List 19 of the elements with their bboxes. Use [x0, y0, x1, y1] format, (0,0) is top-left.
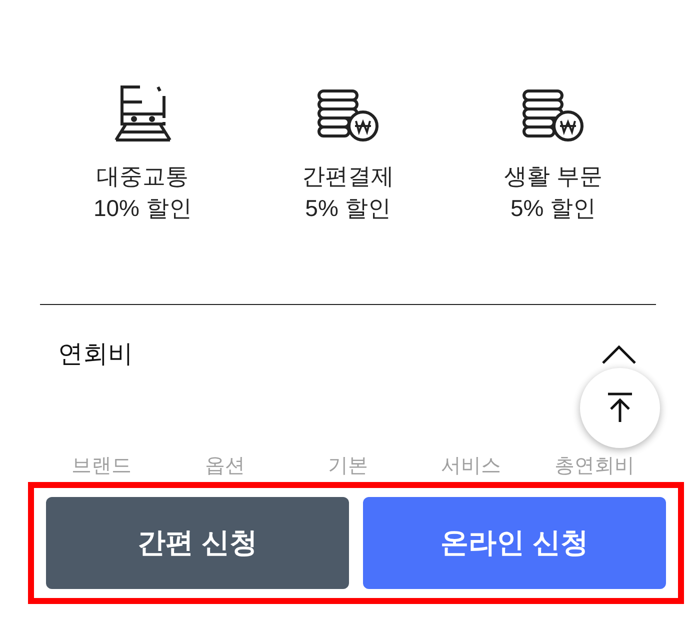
coins-icon [520, 88, 586, 144]
column-header: 브랜드 [70, 454, 133, 479]
benefit-title: 간편결제 [302, 162, 394, 191]
column-header: 옵션 [204, 454, 246, 479]
column-header: 총연회비 [553, 454, 636, 479]
benefit-discount: 5% 할인 [305, 194, 391, 223]
benefit-title: 생활 부문 [504, 162, 603, 191]
apply-button[interactable]: 온라인 신청 [363, 497, 666, 589]
benefit-discount: 5% 할인 [510, 194, 596, 223]
chevron-icon[interactable] [600, 344, 638, 366]
benefit-discount: 10% 할인 [93, 194, 192, 223]
scroll-top-button[interactable] [580, 368, 660, 448]
scroll-top-icon [606, 392, 634, 424]
coins-icon [314, 88, 381, 144]
section-title: 연회비 [58, 339, 133, 370]
column-header: 서비스 [440, 454, 502, 479]
benefit-title: 대중교통 [96, 162, 189, 191]
apply-button[interactable]: 간편 신청 [46, 497, 349, 589]
column-header: 기본 [326, 454, 369, 479]
